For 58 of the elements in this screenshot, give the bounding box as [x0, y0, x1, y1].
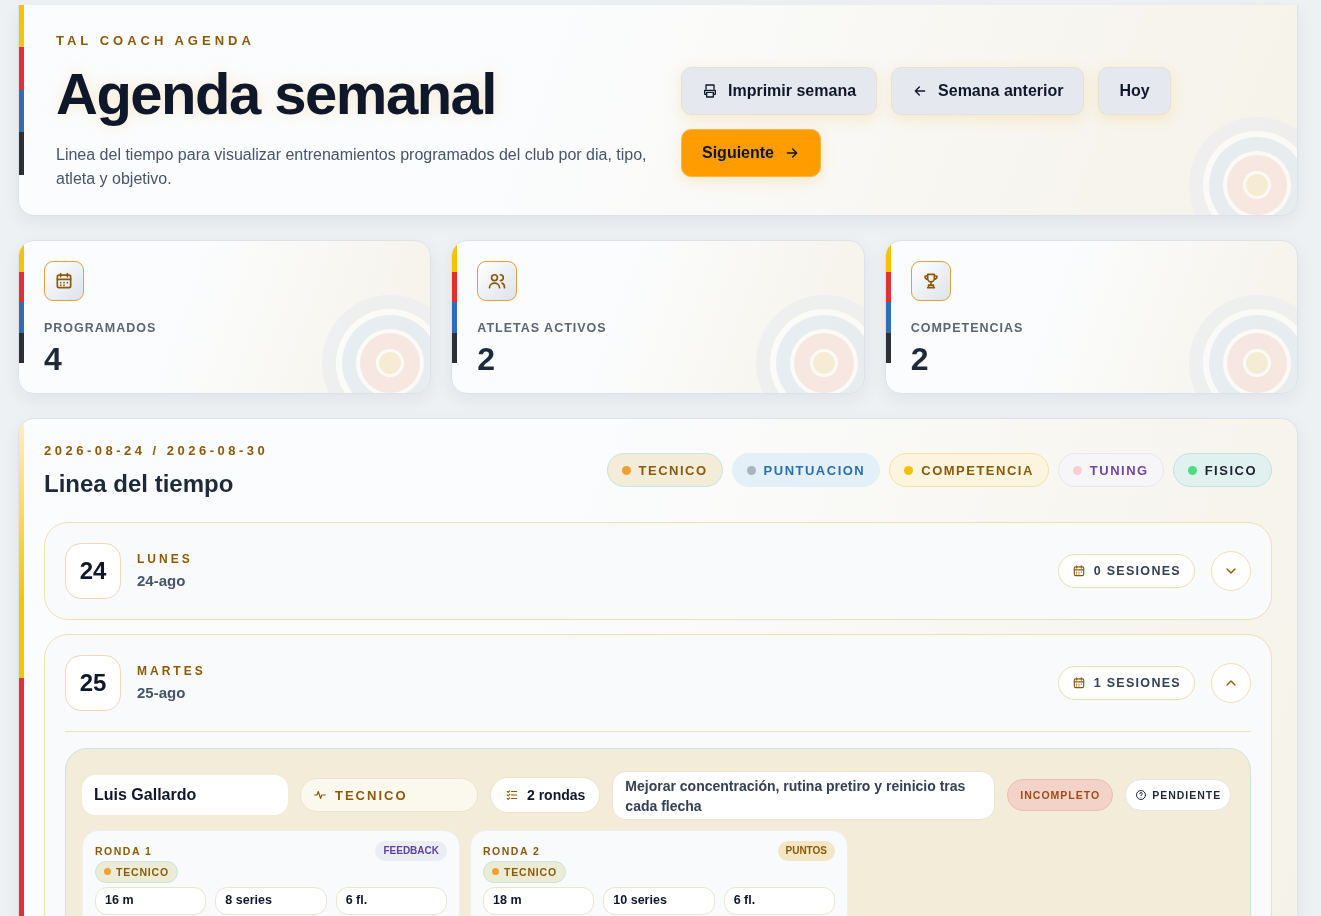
day-number: 24 [65, 542, 121, 599]
sessions-count: 0 SESIONES [1057, 553, 1195, 588]
calendar-icon [1071, 675, 1086, 690]
day-date: 25-ago [137, 684, 187, 702]
legend-chip: COMPETENCIA [889, 453, 1049, 487]
type-chip: TECNICO [483, 860, 566, 883]
previous-week-button[interactable]: Semana anterior [891, 67, 1085, 115]
legend-chip: TECNICO [606, 453, 723, 487]
type-dot [104, 868, 111, 876]
weekday-label: MARTES [137, 664, 207, 679]
round-tag: PUNTOS [777, 840, 835, 861]
weekday-label: LUNES [137, 552, 194, 567]
page-description: Linea del tiempo para visualizar entrenamientos programados del club por dia, tipo, atleta y objetivo. [56, 145, 648, 189]
stat-label: COMPETENCIAS [910, 321, 1025, 335]
date-range: 2026-08-24 / 2026-08-30 [44, 443, 269, 458]
type-dot [492, 868, 499, 876]
type-chip: TECNICO [95, 860, 178, 883]
rounds-chip: 2 rondas [490, 777, 601, 814]
printer-icon [702, 83, 718, 99]
expand-button[interactable] [1211, 550, 1251, 591]
round-stat: 6 fl. [723, 886, 835, 915]
legend-chip: PUNTUACION [731, 453, 881, 487]
goal-text: Mejorar concentración, rutina pretiro y reinicio tras cada flecha [612, 770, 996, 820]
athlete-name: Luis Gallardo [82, 775, 288, 816]
round-stat: 16 m [95, 886, 207, 915]
arrow-right-icon [784, 145, 800, 161]
calendar-icon [54, 271, 74, 291]
eyebrow-label: TAL COACH AGENDA [56, 33, 256, 48]
round-title: RONDA 1 [95, 844, 153, 857]
status-badge: PENDIENTE [1125, 779, 1232, 812]
print-button[interactable]: Imprimir semana [681, 67, 878, 115]
today-button[interactable]: Hoy [1098, 67, 1171, 115]
round-tag: FEEDBACK [375, 840, 447, 861]
timeline-title: Linea del tiempo [44, 470, 235, 498]
collapse-button[interactable] [1211, 662, 1251, 703]
sessions-count: 1 SESIONES [1057, 665, 1195, 700]
stat-label: ATLETAS ACTIVOS [477, 321, 608, 335]
legend-chip: FISICO [1172, 453, 1272, 487]
page-title: Agenda semanal [56, 60, 497, 127]
round-stat: 10 series [603, 886, 715, 915]
calendar-icon [1071, 563, 1086, 578]
result-badge: INCOMPLETO [1007, 779, 1114, 812]
round-stat: 6 fl. [335, 886, 447, 915]
help-icon [1135, 789, 1148, 802]
stat-value: 4 [44, 341, 63, 378]
legend-chip: TUNING [1057, 453, 1164, 487]
round-stat: 8 series [215, 886, 327, 915]
next-week-button[interactable]: Siguiente [681, 129, 821, 177]
round-stat: 18 m [483, 886, 595, 915]
stat-value: 2 [910, 341, 930, 378]
round-title: RONDA 2 [483, 844, 541, 857]
type-chip: TECNICO [300, 778, 478, 813]
day-date: 24-ago [137, 572, 187, 590]
users-icon [487, 271, 508, 291]
stat-label: PROGRAMADOS [44, 321, 158, 335]
checklist-icon [505, 788, 519, 803]
day-number: 25 [65, 654, 121, 711]
stat-value: 2 [477, 341, 497, 378]
